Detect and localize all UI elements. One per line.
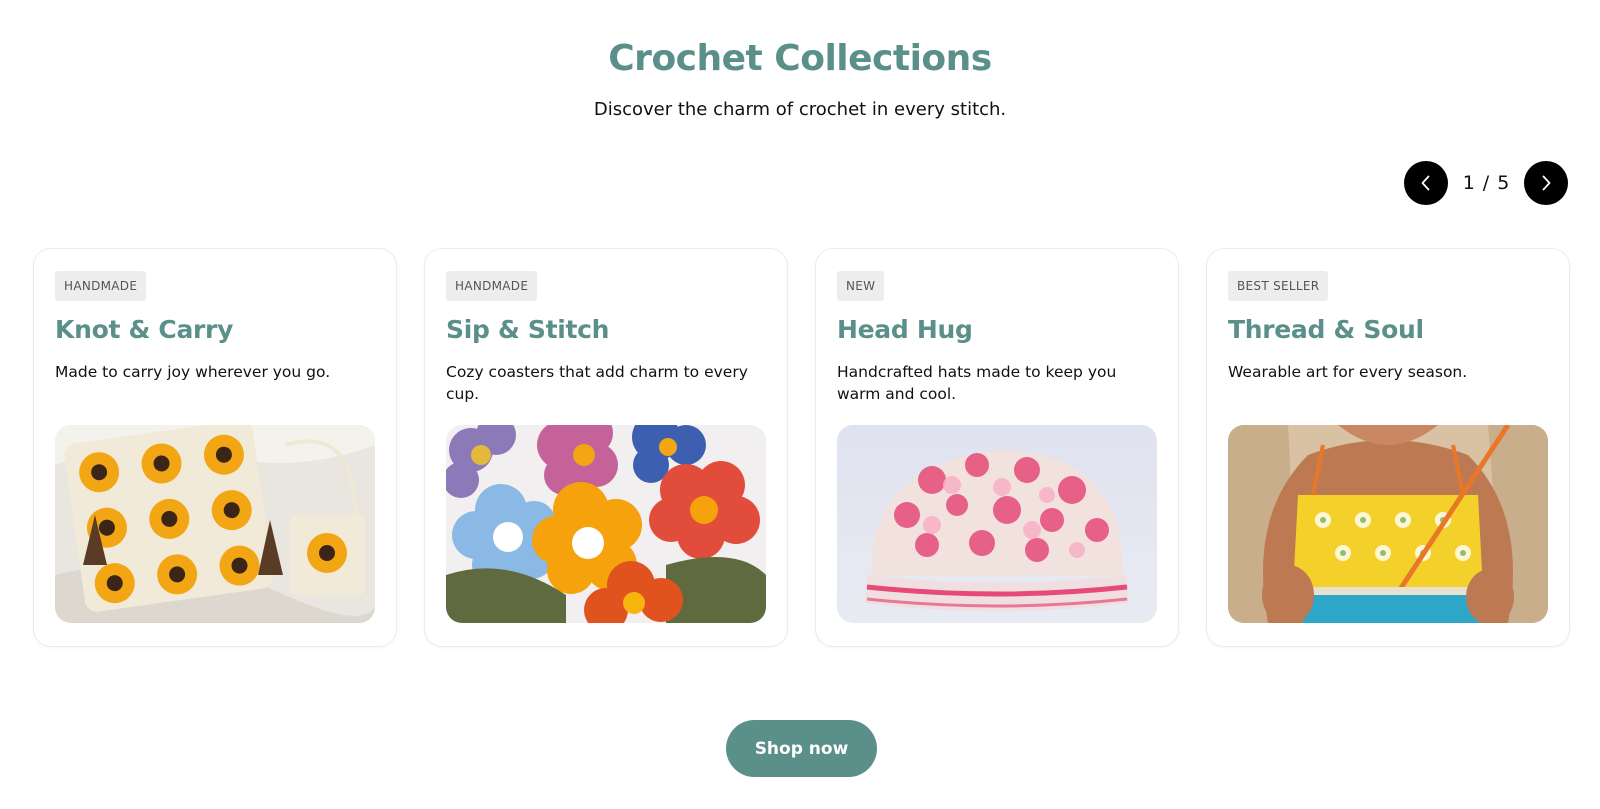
card-description: Wearable art for every season. — [1228, 363, 1468, 381]
card-title[interactable]: Sip & Stitch — [446, 315, 609, 344]
section-subtitle: Discover the charm of crochet in every s… — [593, 99, 1007, 120]
product-card[interactable]: BEST SELLER Thread & Soul Wearable art f… — [1206, 248, 1570, 647]
chevron-right-icon — [1542, 175, 1551, 191]
total-pages: 5 — [1497, 172, 1510, 194]
product-card[interactable]: HANDMADE Sip & Stitch Cozy coasters that… — [424, 248, 788, 647]
card-badge: NEW — [837, 271, 885, 301]
next-button[interactable] — [1524, 161, 1568, 205]
crochet-flower-coasters-image[interactable] — [446, 425, 766, 623]
card-title[interactable]: Head Hug — [837, 315, 973, 344]
product-card[interactable]: HANDMADE Knot & Carry Made to carry joy … — [33, 248, 397, 647]
card-description: Cozy coasters that add charm to every cu… — [446, 363, 748, 403]
shop-now-button[interactable]: Shop now — [726, 720, 877, 777]
carousel-pager: 1 / 5 — [1404, 161, 1568, 205]
card-badge: BEST SELLER — [1228, 271, 1329, 301]
sunflower-crochet-bags-image[interactable] — [55, 425, 375, 623]
current-page: 1 — [1462, 172, 1475, 194]
card-description: Made to carry joy wherever you go. — [55, 363, 331, 381]
section-title: Crochet Collections — [608, 38, 992, 79]
page-counter: 1 / 5 — [1448, 161, 1524, 205]
previous-button[interactable] — [1404, 161, 1448, 205]
chevron-left-icon — [1421, 175, 1430, 191]
card-badge: HANDMADE — [55, 271, 147, 301]
card-title[interactable]: Thread & Soul — [1228, 315, 1424, 344]
yellow-crochet-top-image[interactable] — [1228, 425, 1548, 623]
card-title[interactable]: Knot & Carry — [55, 315, 233, 344]
product-card[interactable]: NEW Head Hug Handcrafted hats made to ke… — [815, 248, 1179, 647]
page-separator: / — [1482, 172, 1490, 194]
card-description: Handcrafted hats made to keep you warm a… — [837, 363, 1117, 403]
card-badge: HANDMADE — [446, 271, 538, 301]
pink-crochet-hat-image[interactable] — [837, 425, 1157, 623]
